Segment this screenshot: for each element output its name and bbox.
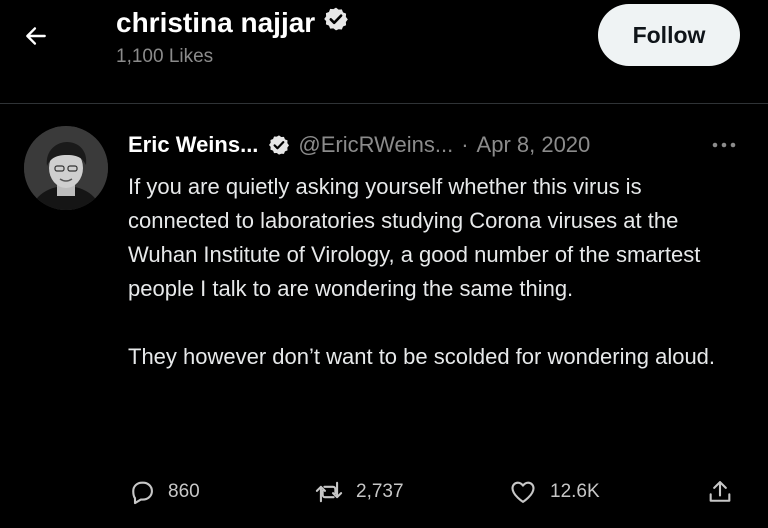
- more-horizontal-icon: [711, 136, 737, 154]
- tweet-paragraph: They however don’t want to be scolded fo…: [128, 344, 716, 369]
- retweet-count: 2,737: [356, 481, 404, 502]
- more-options-button[interactable]: [706, 130, 742, 160]
- heart-icon: [508, 478, 538, 506]
- verified-badge-icon: [323, 6, 349, 40]
- tweet-actions: 860 2,737 12.6K: [0, 470, 768, 514]
- profile-likes-count: 1,100 Likes: [116, 46, 214, 67]
- tweet[interactable]: Eric Weins... @EricRWeins... · Apr 8, 20…: [0, 104, 768, 528]
- follow-button[interactable]: Follow: [598, 4, 740, 66]
- share-icon: [706, 478, 734, 506]
- reply-button[interactable]: 860: [128, 476, 200, 508]
- retweet-icon: [314, 478, 344, 506]
- tweet-text: If you are quietly asking yourself wheth…: [128, 170, 738, 374]
- retweet-button[interactable]: 2,737: [314, 476, 404, 508]
- like-button[interactable]: 12.6K: [508, 476, 600, 508]
- reply-icon: [128, 478, 156, 506]
- author-name[interactable]: Eric Weins...: [128, 132, 258, 158]
- arrow-left-icon: [23, 23, 49, 54]
- share-button[interactable]: [706, 476, 734, 508]
- back-button[interactable]: [16, 18, 56, 58]
- verified-badge-icon: [268, 134, 290, 156]
- profile-header: christina najjar 1,100 Likes Follow: [0, 0, 768, 104]
- author-handle[interactable]: @EricRWeins...: [298, 132, 453, 158]
- profile-name-text: christina najjar: [116, 7, 316, 38]
- tweet-paragraph: If you are quietly asking yourself wheth…: [128, 174, 701, 301]
- reply-count: 860: [168, 481, 200, 502]
- profile-name[interactable]: christina najjar: [116, 6, 349, 40]
- tweet-date[interactable]: Apr 8, 2020: [477, 132, 591, 158]
- tweet-header: Eric Weins... @EricRWeins... · Apr 8, 20…: [128, 130, 590, 160]
- avatar[interactable]: [24, 126, 108, 210]
- like-count: 12.6K: [550, 481, 600, 502]
- separator-dot: ·: [461, 132, 469, 157]
